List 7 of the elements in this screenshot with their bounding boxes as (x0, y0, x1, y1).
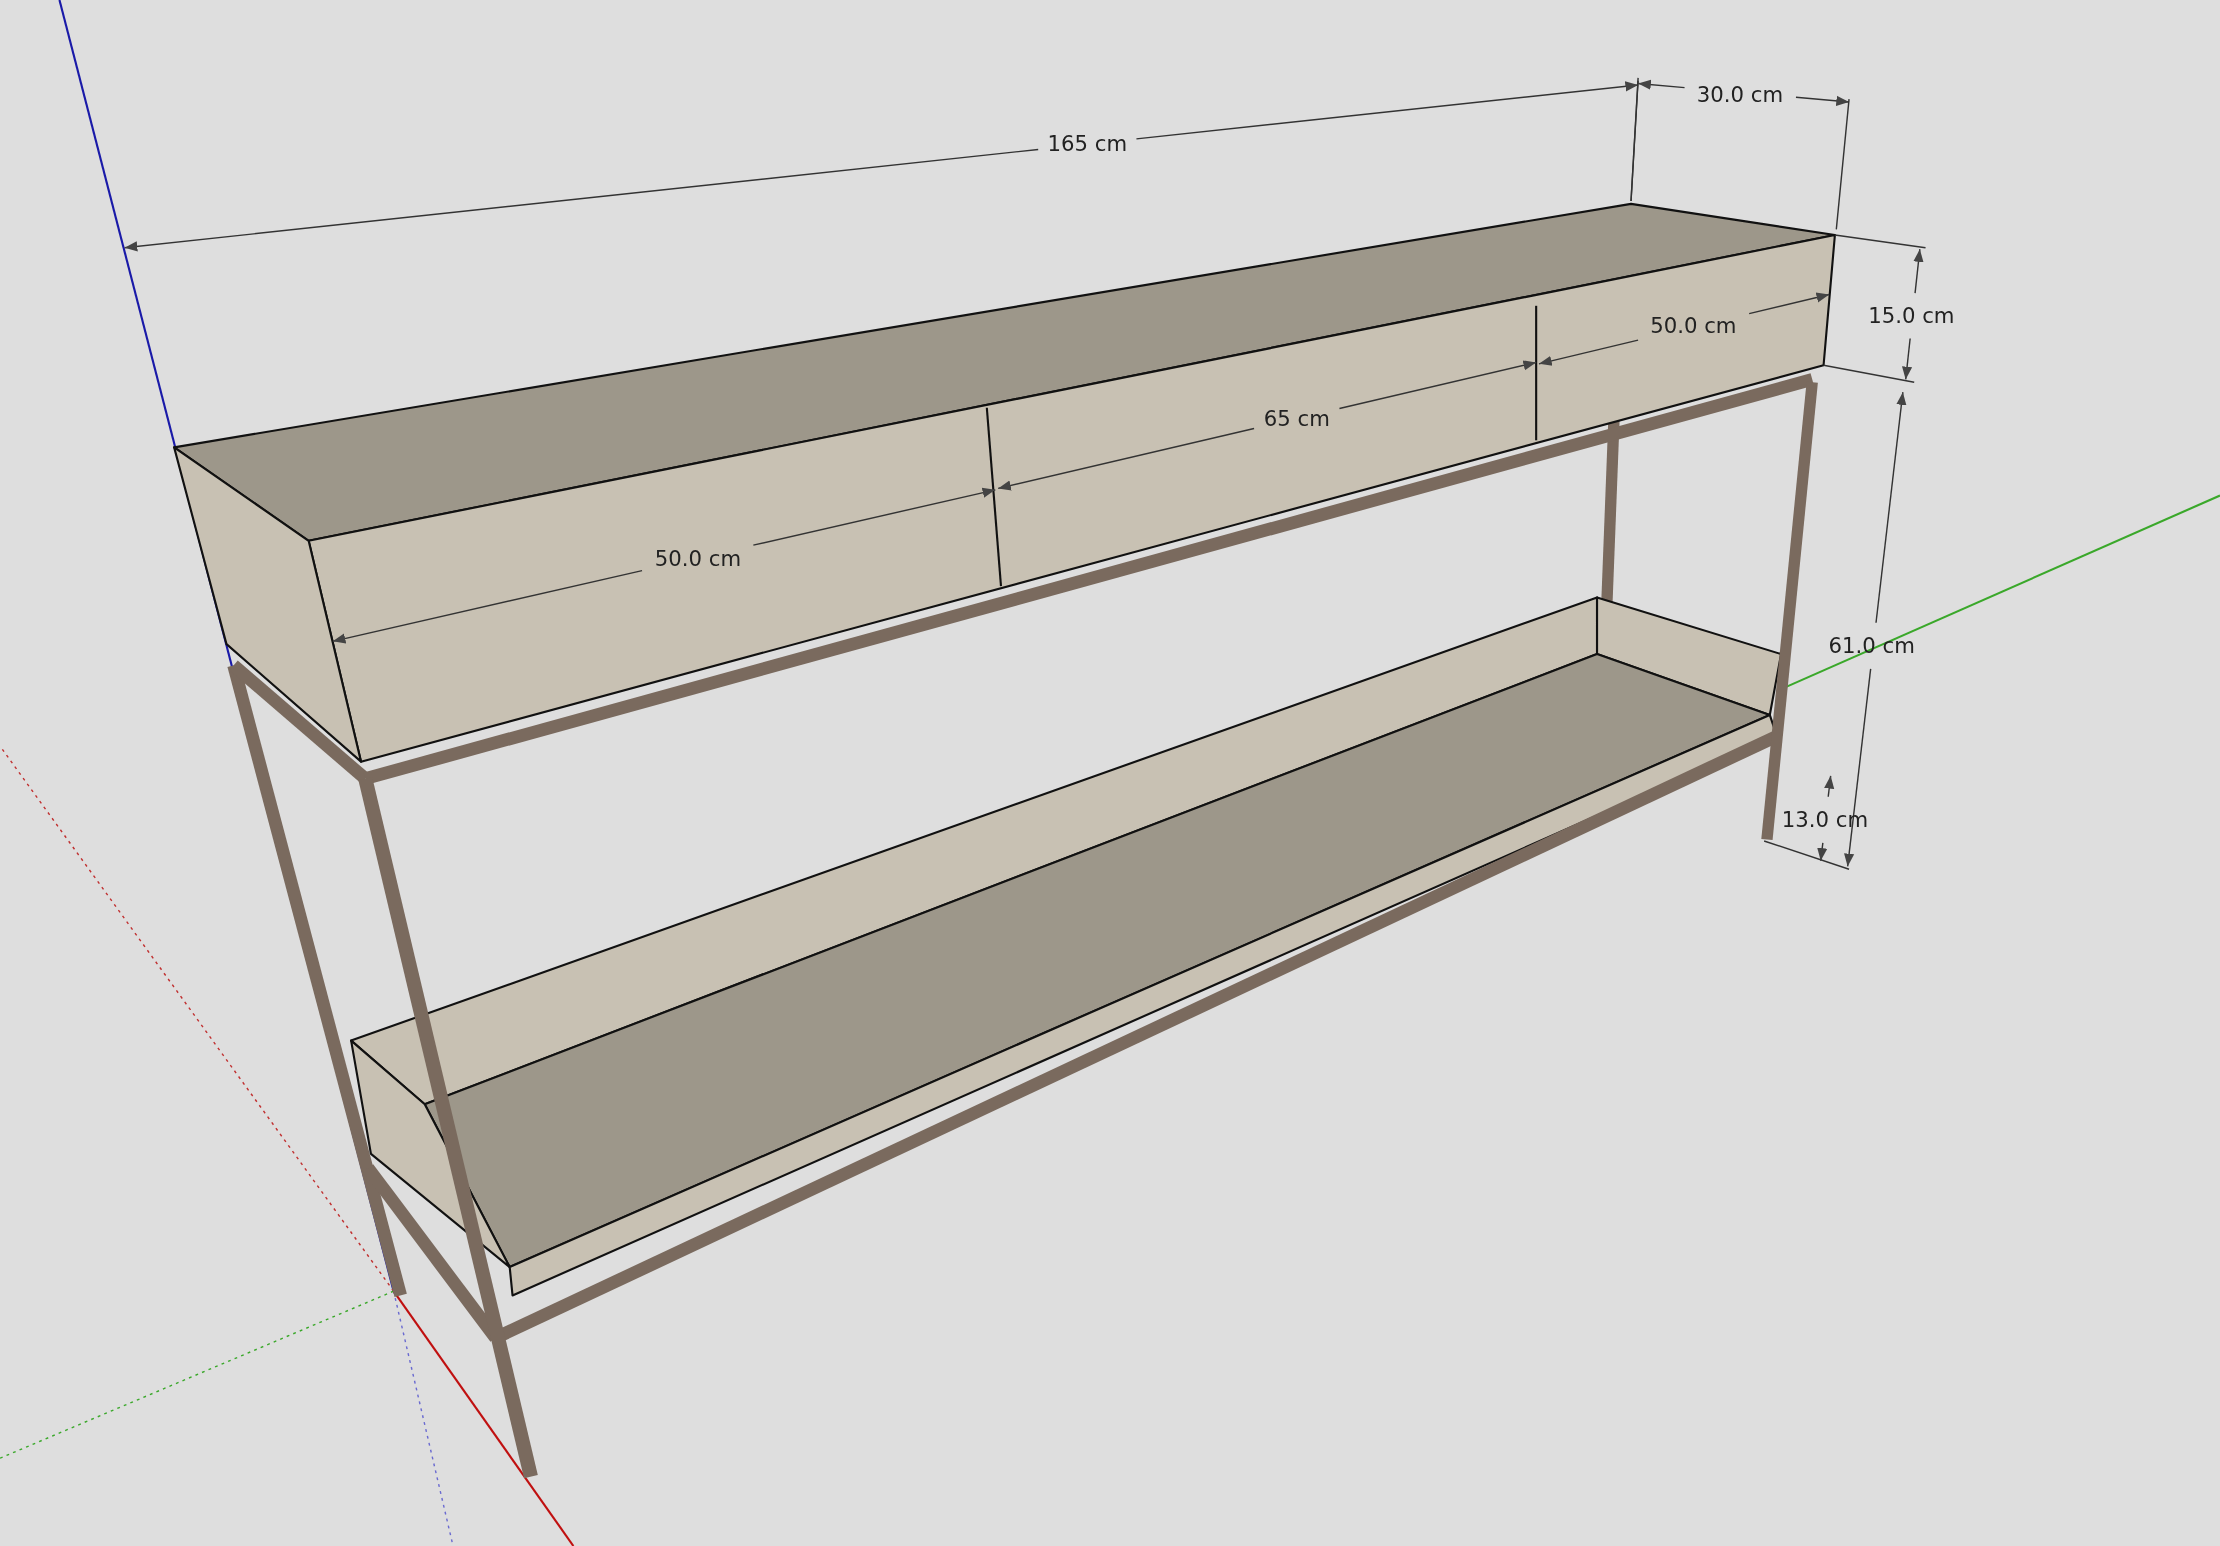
dimension-label: 61.0 cm (1828, 632, 1915, 658)
dimension-label: 50.0 cm (1650, 312, 1737, 338)
dimension-label: 15.0 cm (1868, 302, 1955, 328)
dimension-label: 50.0 cm (654, 546, 742, 572)
dimension-label: 165 cm (1047, 131, 1128, 157)
dimension-label: 30.0 cm (1696, 81, 1784, 107)
dimension-label: 65 cm (1263, 406, 1330, 432)
